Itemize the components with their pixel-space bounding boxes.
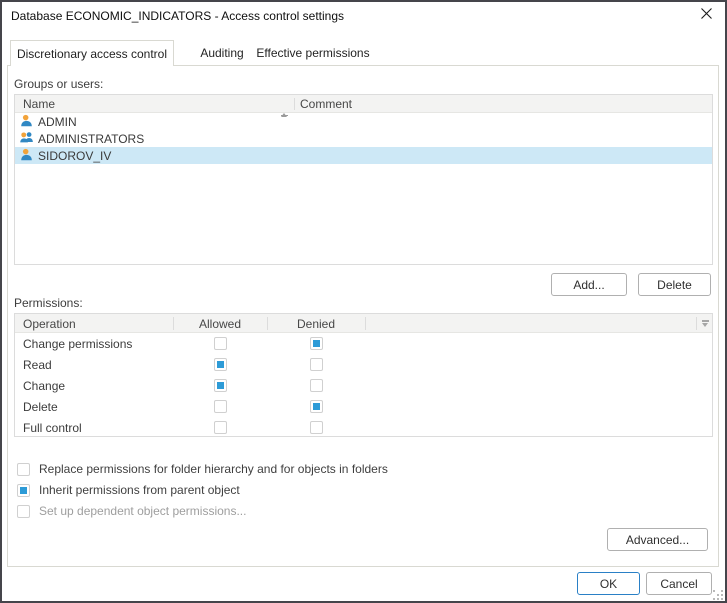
denied-checkbox[interactable] [310, 400, 323, 413]
allowed-checkbox[interactable] [214, 379, 227, 392]
operation-column-header[interactable]: Operation [23, 317, 76, 331]
tab-discretionary-access-control[interactable]: Discretionary access control [10, 40, 174, 66]
option-label: Set up dependent object permissions... [39, 504, 247, 518]
user-name: ADMIN [38, 114, 77, 129]
user-name: ADMINISTRATORS [38, 131, 145, 146]
delete-button[interactable]: Delete [638, 273, 711, 296]
user-rows: ADMIN ADMINISTRATORS SIDOROV_IV [15, 113, 712, 164]
tab-effective-permissions[interactable]: Effective permissions [248, 40, 378, 66]
operation-label: Change permissions [23, 337, 133, 351]
list-header[interactable]: Name Comment [15, 95, 712, 117]
column-separator [365, 317, 366, 330]
permissions-label: Permissions: [14, 296, 83, 310]
option-row: Set up dependent object permissions... [17, 502, 246, 520]
list-item[interactable]: SIDOROV_IV [15, 147, 712, 164]
column-separator [696, 317, 697, 330]
dialog-title: Database ECONOMIC_INDICATORS - Access co… [11, 9, 344, 23]
allowed-checkbox[interactable] [214, 337, 227, 350]
close-button[interactable] [693, 4, 719, 28]
list-item[interactable]: ADMINISTRATORS [15, 130, 712, 147]
advanced-button[interactable]: Advanced... [607, 528, 708, 551]
table-row: Change [15, 375, 712, 396]
access-control-dialog: Database ECONOMIC_INDICATORS - Access co… [0, 0, 727, 603]
cancel-button[interactable]: Cancel [646, 572, 712, 595]
denied-checkbox[interactable] [310, 337, 323, 350]
table-row: Read [15, 354, 712, 375]
add-button[interactable]: Add... [551, 273, 627, 296]
option-checkbox[interactable] [17, 483, 30, 497]
user-icon [20, 148, 38, 164]
option-label: Replace permissions for folder hierarchy… [39, 462, 388, 476]
list-item[interactable]: ADMIN [15, 113, 712, 130]
group-icon [20, 131, 38, 147]
operation-label: Full control [23, 421, 82, 435]
groups-or-users-label: Groups or users: [14, 77, 104, 91]
table-row: Delete [15, 396, 712, 417]
allowed-checkbox[interactable] [214, 358, 227, 371]
option-row: Replace permissions for folder hierarchy… [17, 460, 388, 478]
option-label: Inherit permissions from parent object [39, 483, 240, 497]
permissions-table: Operation Allowed Denied Change permissi… [14, 313, 713, 437]
resize-grip[interactable] [713, 590, 724, 601]
sort-ascending-icon [281, 99, 288, 117]
column-separator [294, 98, 295, 110]
close-icon [700, 7, 713, 25]
permission-rows: Change permissions Read Change Delete Full c… [15, 333, 712, 438]
option-row: Inherit permissions from parent object [17, 481, 240, 499]
allowed-checkbox[interactable] [214, 400, 227, 413]
permissions-header[interactable]: Operation Allowed Denied [15, 314, 712, 333]
groups-users-list: Name Comment ADMIN ADMINISTRATORS SIDOROV_… [14, 94, 713, 265]
filter-dropdown-icon[interactable] [702, 320, 709, 327]
user-name: SIDOROV_IV [38, 148, 112, 163]
ok-button[interactable]: OK [577, 572, 640, 595]
allowed-column-header[interactable]: Allowed [173, 317, 267, 331]
comment-column-header[interactable]: Comment [300, 97, 352, 111]
denied-checkbox[interactable] [310, 421, 323, 434]
denied-column-header[interactable]: Denied [267, 317, 365, 331]
operation-label: Read [23, 358, 52, 372]
denied-checkbox[interactable] [310, 358, 323, 371]
option-checkbox[interactable] [17, 504, 30, 518]
denied-checkbox[interactable] [310, 379, 323, 392]
operation-label: Change [23, 379, 66, 393]
name-column-header[interactable]: Name [23, 97, 55, 111]
user-icon [20, 114, 38, 130]
operation-label: Delete [23, 400, 58, 414]
table-row: Change permissions [15, 333, 712, 354]
option-checkbox[interactable] [17, 462, 30, 476]
allowed-checkbox[interactable] [214, 421, 227, 434]
table-row: Full control [15, 417, 712, 438]
